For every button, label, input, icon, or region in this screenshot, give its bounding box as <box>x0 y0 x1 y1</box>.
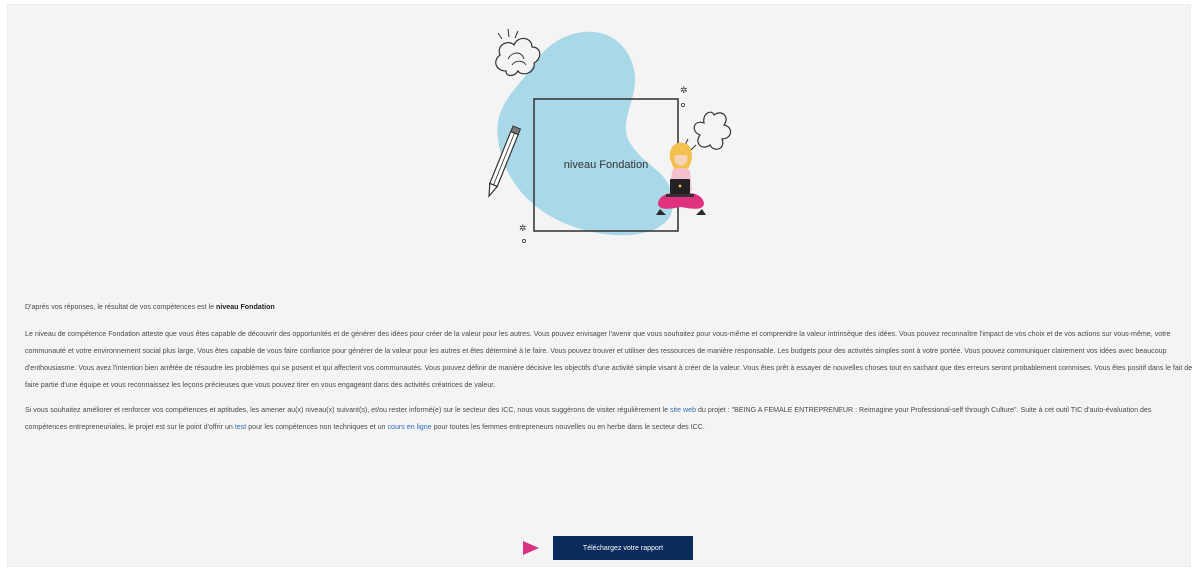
recommendation-part-4: pour toutes les femmes entrepreneurs nou… <box>431 423 705 431</box>
illustration-spark-1 <box>497 32 503 40</box>
illustration-dot-1 <box>680 103 685 108</box>
recommendation-part-1: Si vous souhaitez améliorer et renforcer… <box>25 406 671 414</box>
recommendation-text: Si vous souhaitez améliorer et renforcer… <box>25 402 1195 436</box>
site-web-link[interactable]: site web <box>670 406 696 414</box>
page-frame: niveau Fondation ✲ ✲ D'après vos réponse… <box>7 4 1192 567</box>
illustration-gear-doodle <box>693 111 732 150</box>
recommendation-part-3: pour les compétences non techniques et u… <box>246 423 388 431</box>
result-intro-text: D'après vos réponses, le résultat de vos… <box>25 303 217 311</box>
arrow-right-icon <box>523 541 539 555</box>
illustration-level-label: niveau Fondation <box>564 159 648 171</box>
download-area: Téléchargez votre rapport <box>521 536 693 560</box>
test-link[interactable]: test <box>235 423 246 431</box>
illustration-cloud-swirl <box>507 52 527 66</box>
illustration-spark-2 <box>507 28 510 38</box>
illustration-star-2: ✲ <box>519 223 527 233</box>
online-course-link[interactable]: cours en ligne <box>387 423 431 431</box>
result-level: niveau Fondation <box>216 303 275 311</box>
download-report-button[interactable]: Téléchargez votre rapport <box>553 536 693 560</box>
illustration-spark-3 <box>514 30 519 39</box>
result-content: D'après vos réponses, le résultat de vos… <box>25 299 1195 436</box>
level-illustration: niveau Fondation ✲ ✲ <box>488 28 732 243</box>
level-description: Le niveau de compétence Fondation attest… <box>25 330 1193 389</box>
illustration-cloud-doodle <box>495 37 541 77</box>
illustration-dot-2 <box>522 238 527 243</box>
illustration-star-1: ✲ <box>680 85 688 95</box>
result-summary: D'après vos réponses, le résultat de vos… <box>25 299 1195 316</box>
